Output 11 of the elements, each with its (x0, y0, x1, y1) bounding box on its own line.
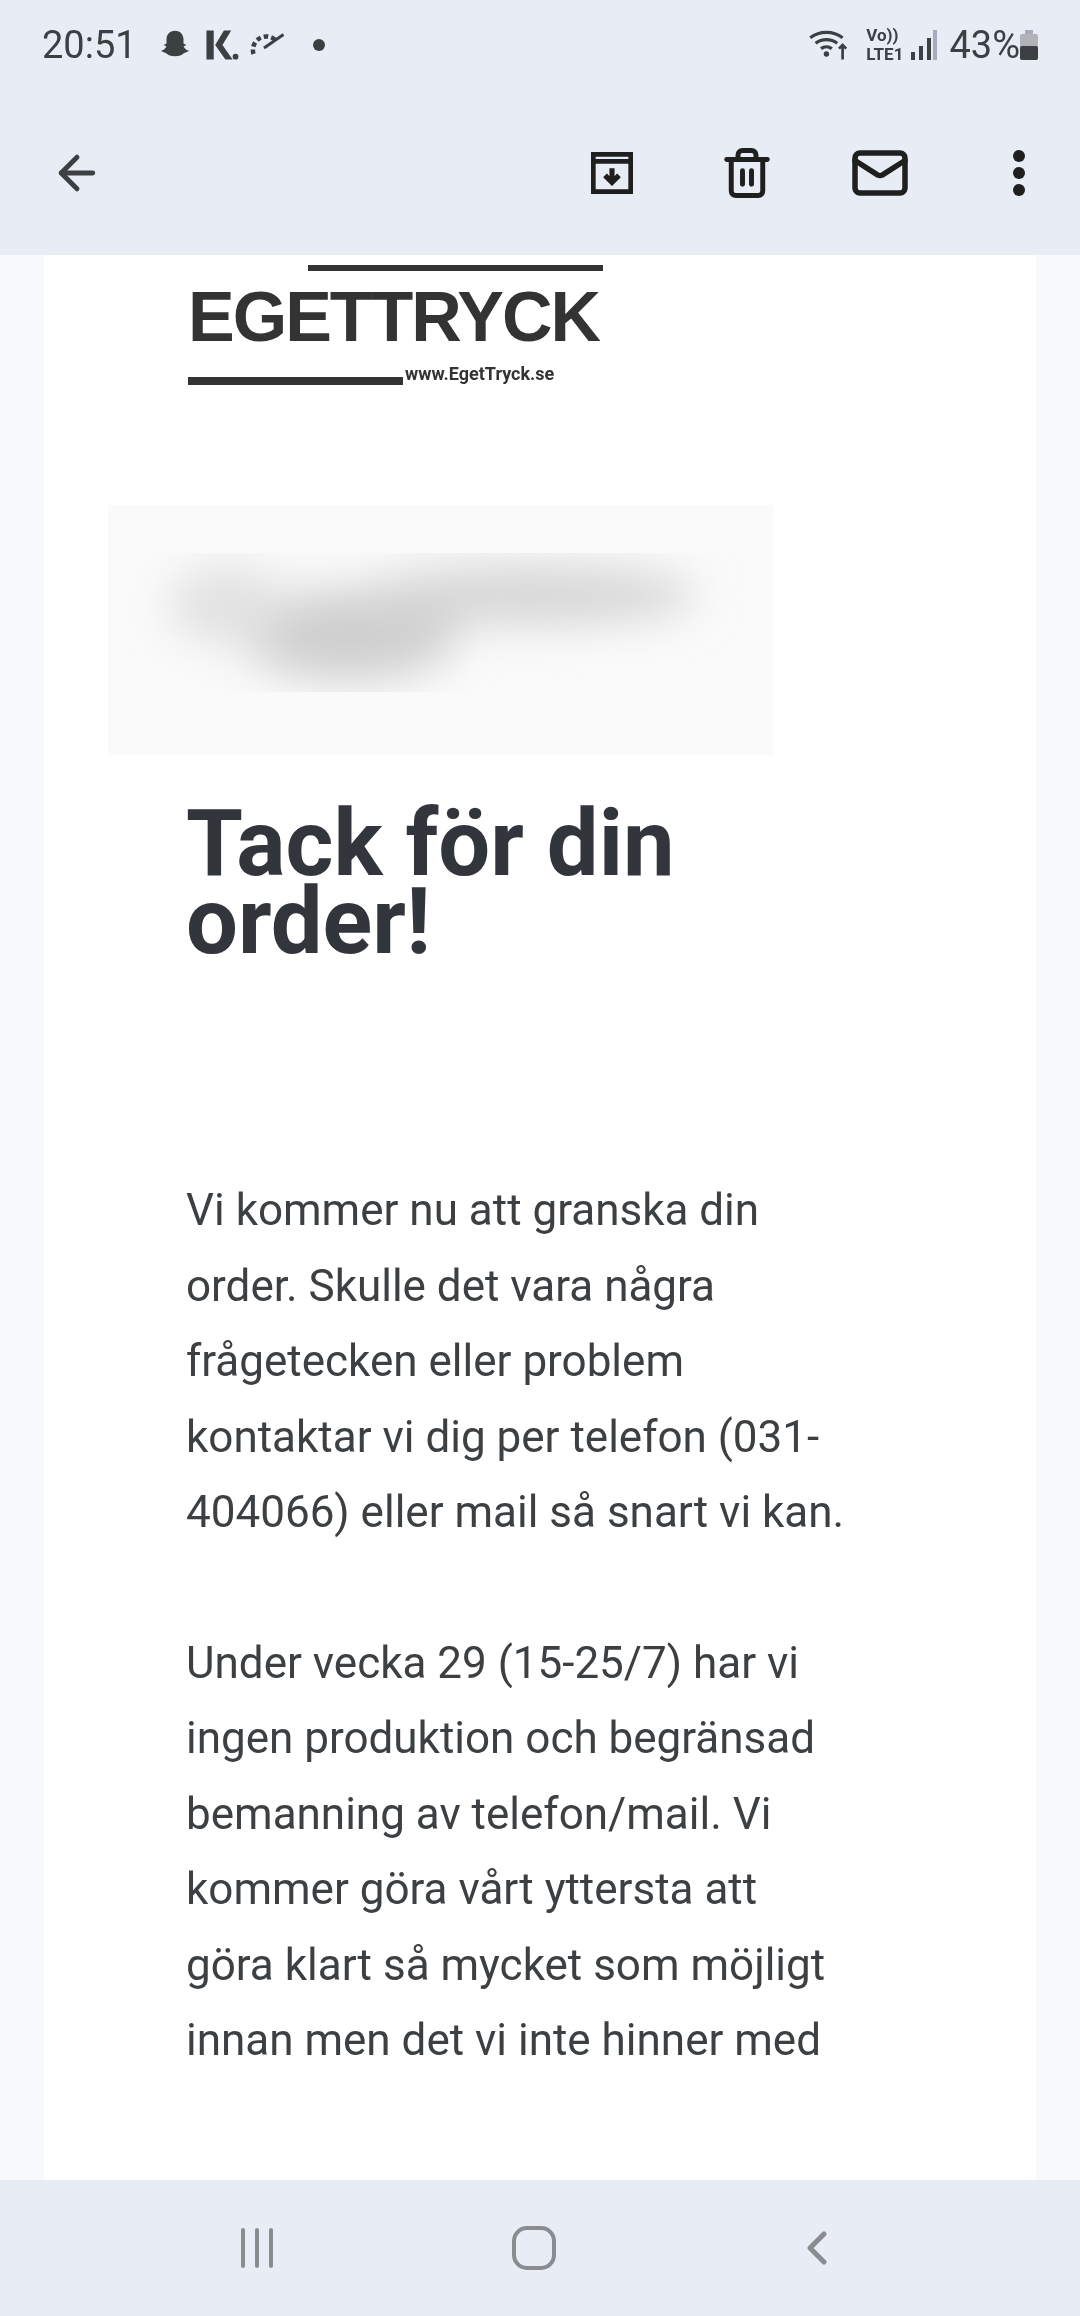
logo: EGETTRYCK www.EgetTryck.se (188, 265, 604, 385)
network-label: Vo)) LTE1 (866, 26, 904, 64)
heading: Tack för din order! (186, 805, 676, 961)
more-icon (1012, 148, 1026, 197)
home-button[interactable] (510, 2224, 558, 2272)
battery-icon (1020, 30, 1038, 60)
battery-percent: 43% (949, 21, 1020, 69)
body-paragraph: Vi kommer nu att granska din order. Skulle det vara några frågetecken eller problem kontaktar vi dig per telefon (031-404066) eller mail så snart vi kan. (186, 1183, 846, 1540)
signal-icon (911, 30, 938, 60)
body-paragraph: Under vecka 29 (15-25/7) har vi ingen produktion och begränsad bemanning av telefon/mail. Vi kommer göra vårt yttersta att göra klart så mycket som möjligt innan men det vi inte hinner med (186, 1635, 827, 2068)
status-time: 20:51 (42, 21, 137, 69)
